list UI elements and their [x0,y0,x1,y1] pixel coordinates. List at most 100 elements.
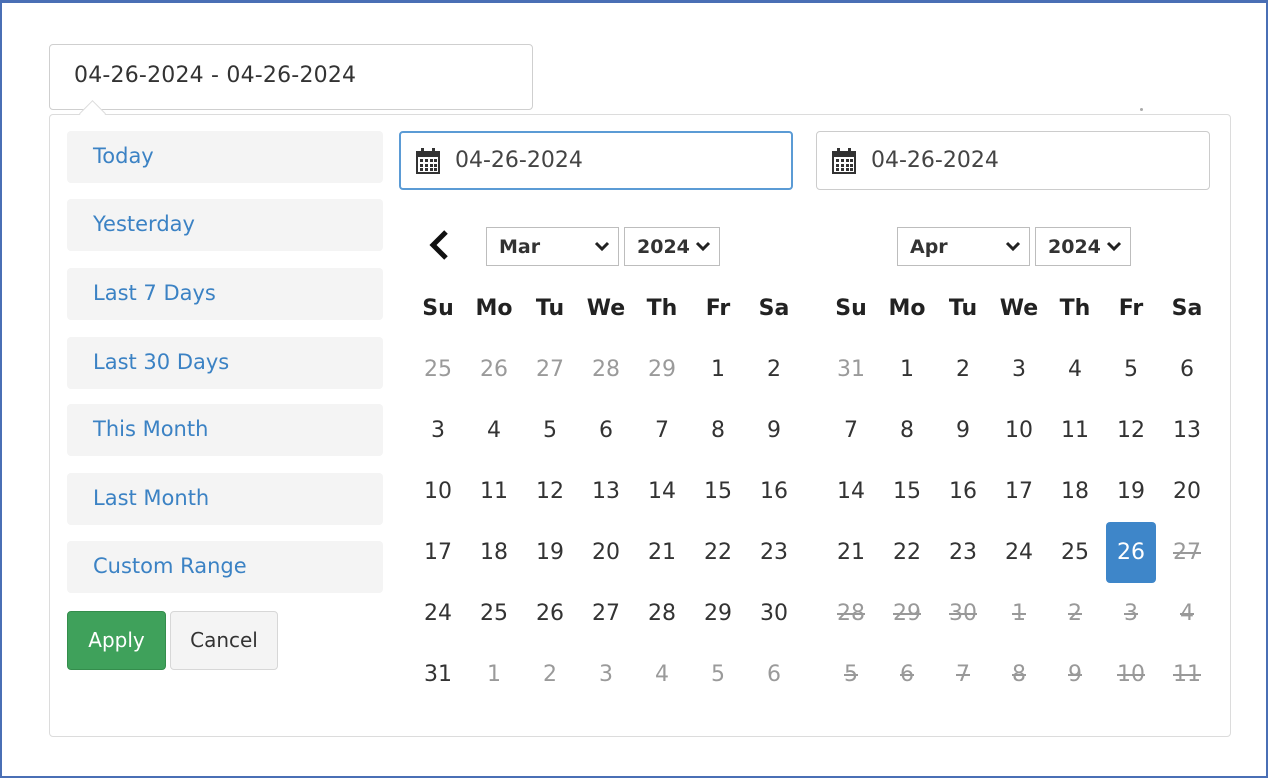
day-number: 2 [1068,601,1082,626]
day-cell[interactable]: 29 [634,339,690,400]
day-cell[interactable]: 27 [578,583,634,644]
day-cell[interactable]: 4 [634,644,690,705]
apply-button[interactable]: Apply [67,611,166,670]
day-cell[interactable]: 4 [1047,339,1103,400]
day-cell[interactable]: 10 [410,461,466,522]
day-cell[interactable]: 3 [578,644,634,705]
day-number: 15 [893,479,921,504]
day-cell[interactable]: 28 [578,339,634,400]
day-cell[interactable]: 7 [634,400,690,461]
day-cell[interactable]: 6 [1159,339,1215,400]
day-cell[interactable]: 25 [466,583,522,644]
day-cell[interactable]: 24 [991,522,1047,583]
day-cell[interactable]: 15 [879,461,935,522]
left-month-select[interactable]: Mar [486,227,619,266]
day-cell[interactable]: 12 [1103,400,1159,461]
day-cell[interactable]: 10 [991,400,1047,461]
day-cell[interactable]: 28 [634,583,690,644]
day-number: 13 [592,479,620,504]
left-year-select[interactable]: 2024 [624,227,720,266]
day-cell[interactable]: 13 [578,461,634,522]
day-cell: 5 [823,644,879,705]
day-cell[interactable]: 30 [746,583,802,644]
range-yesterday[interactable]: Yesterday [67,199,383,251]
day-cell[interactable]: 13 [1159,400,1215,461]
weekday-header-row: Su Mo Tu We Th Fr Sa [823,278,1215,339]
cancel-button[interactable]: Cancel [170,611,278,670]
day-cell[interactable]: 11 [1047,400,1103,461]
day-cell[interactable]: 21 [634,522,690,583]
day-cell[interactable]: 1 [690,339,746,400]
day-cell[interactable]: 31 [823,339,879,400]
range-this-month[interactable]: This Month [67,404,383,456]
day-cell[interactable]: 6 [578,400,634,461]
day-cell[interactable]: 20 [1159,461,1215,522]
day-cell[interactable]: 4 [466,400,522,461]
day-cell[interactable]: 5 [1103,339,1159,400]
day-cell[interactable]: 17 [410,522,466,583]
right-year-select[interactable]: 2024 [1035,227,1131,266]
day-cell[interactable]: 22 [879,522,935,583]
day-cell[interactable]: 29 [690,583,746,644]
day-cell[interactable]: 17 [991,461,1047,522]
day-cell[interactable]: 8 [690,400,746,461]
day-number: 21 [837,540,865,565]
day-cell[interactable]: 18 [466,522,522,583]
day-cell[interactable]: 9 [935,400,991,461]
day-cell[interactable]: 22 [690,522,746,583]
day-cell[interactable]: 12 [522,461,578,522]
day-cell[interactable]: 24 [410,583,466,644]
day-cell[interactable]: 1 [879,339,935,400]
day-cell[interactable]: 25 [1047,522,1103,583]
day-cell[interactable]: 11 [466,461,522,522]
day-number: 1 [711,357,725,382]
day-cell[interactable]: 5 [522,400,578,461]
weekday-label: We [586,296,626,321]
day-cell[interactable]: 9 [746,400,802,461]
day-cell[interactable]: 1 [466,644,522,705]
range-custom[interactable]: Custom Range [67,541,383,593]
day-cell[interactable]: 14 [634,461,690,522]
day-cell[interactable]: 8 [879,400,935,461]
day-cell[interactable]: 23 [746,522,802,583]
day-cell[interactable]: 20 [578,522,634,583]
end-date-input[interactable]: 04-26-2024 [816,131,1210,190]
day-cell[interactable]: 5 [690,644,746,705]
day-number: 16 [949,479,977,504]
day-cell[interactable]: 2 [746,339,802,400]
day-cell[interactable]: 2 [522,644,578,705]
day-number: 6 [1180,357,1194,382]
day-cell[interactable]: 23 [935,522,991,583]
date-range-input[interactable]: 04-26-2024 - 04-26-2024 [49,44,533,110]
day-cell[interactable]: 19 [1103,461,1159,522]
start-date-input[interactable]: 04-26-2024 [399,131,793,190]
range-today[interactable]: Today [67,131,383,183]
chevron-down-icon [1106,241,1122,252]
day-cell[interactable]: 3 [991,339,1047,400]
day-cell[interactable]: 14 [823,461,879,522]
day-cell[interactable]: 21 [823,522,879,583]
day-cell[interactable]: 3 [410,400,466,461]
day-number: 25 [1061,540,1089,565]
selected-day-cell[interactable]: 26 [1103,522,1159,583]
day-cell[interactable]: 19 [522,522,578,583]
day-cell[interactable]: 6 [746,644,802,705]
range-last-30-days[interactable]: Last 30 Days [67,337,383,389]
day-cell[interactable]: 25 [410,339,466,400]
day-cell[interactable]: 26 [466,339,522,400]
day-cell[interactable]: 27 [522,339,578,400]
day-cell[interactable]: 26 [522,583,578,644]
day-cell[interactable]: 16 [935,461,991,522]
day-number: 14 [837,479,865,504]
range-last-month[interactable]: Last Month [67,473,383,525]
day-cell[interactable]: 2 [935,339,991,400]
weekday-label: Tu [948,296,978,321]
day-cell[interactable]: 31 [410,644,466,705]
prev-month-icon[interactable] [424,228,454,262]
day-cell[interactable]: 7 [823,400,879,461]
day-cell[interactable]: 15 [690,461,746,522]
day-cell[interactable]: 16 [746,461,802,522]
range-last-7-days[interactable]: Last 7 Days [67,268,383,320]
day-cell[interactable]: 18 [1047,461,1103,522]
right-month-select[interactable]: Apr [897,227,1030,266]
